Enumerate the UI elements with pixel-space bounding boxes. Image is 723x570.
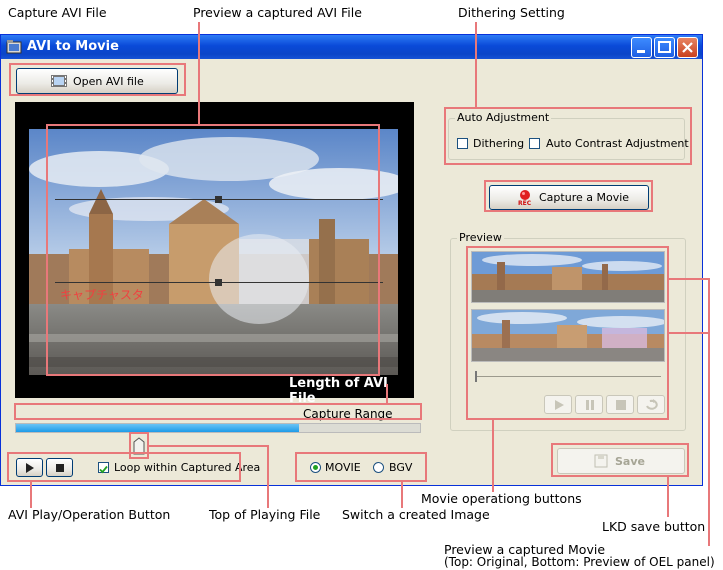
annotation-top-of-playing-file: Top of Playing File bbox=[209, 507, 321, 522]
capture-start-overlay-text: キャプチャスタ bbox=[60, 288, 144, 302]
connector-line bbox=[386, 384, 388, 403]
close-button[interactable] bbox=[677, 37, 698, 58]
app-icon bbox=[6, 39, 22, 55]
annotation-movie-operation-buttons: Movie operationg buttons bbox=[421, 491, 582, 506]
avi-timeline-track[interactable] bbox=[15, 423, 421, 433]
playhead-marker[interactable] bbox=[133, 437, 145, 458]
movie-radio-label: MOVIE bbox=[325, 461, 361, 474]
movie-slider-thumb[interactable] bbox=[475, 371, 477, 382]
avi-timeline-fill bbox=[16, 424, 299, 432]
avi-stop-button[interactable] bbox=[46, 458, 73, 477]
connector-line bbox=[148, 445, 268, 447]
marker-handle[interactable] bbox=[215, 279, 222, 286]
movie-pause-button[interactable] bbox=[575, 395, 603, 414]
avi-length-label: Length of AVI File bbox=[289, 376, 388, 406]
annotation-preview-captured-movie-line2: (Top: Original, Bottom: Preview of OEL p… bbox=[444, 555, 715, 569]
auto-adjustment-label: Auto Adjustment bbox=[455, 111, 552, 124]
save-icon bbox=[593, 453, 609, 472]
connector-line bbox=[492, 420, 494, 492]
checkmark-icon bbox=[99, 465, 108, 474]
connector-line bbox=[708, 278, 710, 546]
movie-repeat-button[interactable] bbox=[637, 395, 665, 414]
annotation-dithering-setting: Dithering Setting bbox=[458, 5, 565, 20]
auto-contrast-checkbox[interactable] bbox=[529, 138, 540, 149]
connector-line bbox=[669, 278, 709, 280]
avi-to-movie-window: AVI to Movie Open AVI file キャプチャスタ Lengt… bbox=[0, 34, 703, 486]
annotation-preview-captured-movie: Preview a captured Movie (Top: Original,… bbox=[444, 543, 715, 569]
open-avi-file-label: Open AVI file bbox=[73, 75, 144, 88]
movie-stop-button[interactable] bbox=[606, 395, 634, 414]
maximize-button[interactable] bbox=[654, 37, 675, 58]
play-icon bbox=[555, 400, 564, 410]
connector-line bbox=[30, 482, 32, 508]
auto-adjustment-group: Auto Adjustment Dithering Auto Contrast … bbox=[448, 111, 689, 160]
rec-badge: REC bbox=[518, 200, 532, 207]
minimize-button[interactable] bbox=[631, 37, 652, 58]
original-preview bbox=[471, 251, 665, 303]
avi-video-frame: キャプチャスタ Length of AVI File bbox=[15, 102, 414, 406]
capture-movie-button[interactable]: REC Capture a Movie bbox=[489, 185, 649, 210]
marker-handle[interactable] bbox=[215, 196, 222, 203]
auto-contrast-label: Auto Contrast Adjustment bbox=[546, 137, 689, 150]
stop-icon bbox=[56, 464, 64, 472]
preview-group: Preview bbox=[450, 231, 686, 431]
annotation-lkd-save-button: LKD save button bbox=[602, 519, 706, 534]
connector-line bbox=[669, 332, 709, 334]
preview-label: Preview bbox=[457, 231, 504, 244]
open-avi-file-button[interactable]: Open AVI file bbox=[16, 68, 178, 94]
stop-icon bbox=[616, 400, 626, 410]
repeat-icon bbox=[646, 399, 658, 410]
save-label: Save bbox=[615, 455, 645, 468]
annotation-capture-avi-file: Capture AVI File bbox=[8, 5, 107, 20]
film-icon bbox=[51, 74, 67, 91]
connector-line bbox=[267, 445, 269, 508]
annotation-preview-captured-avi: Preview a captured AVI File bbox=[193, 5, 362, 20]
oel-panel-preview bbox=[471, 309, 665, 362]
connector-line bbox=[401, 482, 403, 508]
loop-checkbox[interactable] bbox=[98, 462, 109, 474]
dithering-checkbox[interactable] bbox=[457, 138, 468, 149]
capture-movie-label: Capture a Movie bbox=[539, 191, 630, 204]
loop-label: Loop within Captured Area bbox=[114, 461, 261, 474]
movie-radio[interactable] bbox=[310, 462, 321, 473]
window-title: AVI to Movie bbox=[27, 39, 119, 54]
avi-play-button[interactable] bbox=[16, 458, 43, 477]
annotation-avi-play-operation: AVI Play/Operation Button bbox=[8, 507, 171, 522]
bgv-radio[interactable] bbox=[373, 462, 384, 473]
dithering-label: Dithering bbox=[473, 137, 525, 150]
movie-slider-track[interactable] bbox=[475, 376, 661, 377]
avi-preview-image bbox=[29, 129, 398, 375]
capture-range-label: Capture Range bbox=[303, 407, 393, 421]
connector-line bbox=[198, 22, 200, 124]
movie-play-button[interactable] bbox=[544, 395, 572, 414]
connector-line bbox=[667, 477, 669, 517]
pause-icon bbox=[586, 400, 594, 410]
play-icon bbox=[26, 463, 34, 473]
annotation-switch-created-image: Switch a created Image bbox=[342, 507, 490, 522]
connector-line bbox=[475, 22, 477, 108]
bgv-radio-label: BGV bbox=[389, 461, 413, 474]
title-bar[interactable]: AVI to Movie bbox=[1, 35, 702, 59]
save-button[interactable]: Save bbox=[557, 448, 685, 474]
